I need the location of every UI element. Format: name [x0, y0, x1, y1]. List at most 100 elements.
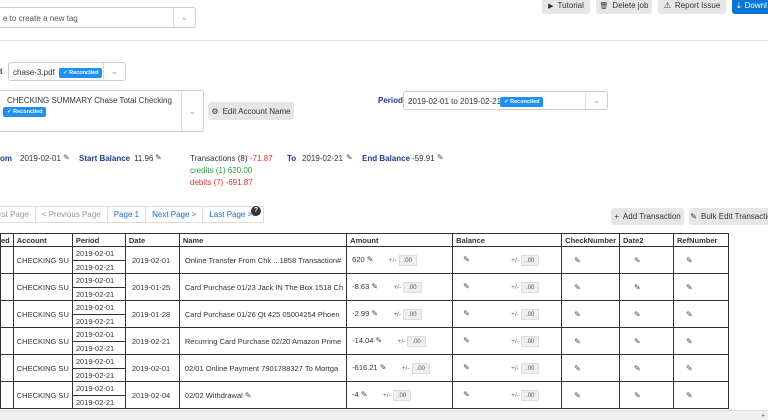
amount-cell[interactable]: -8.63 ✎ +/- .00 [346, 273, 454, 301]
edit-icon[interactable]: ✎ [463, 282, 471, 291]
check-number-cell[interactable]: ✎ [561, 354, 621, 382]
edit-icon[interactable]: ✎ [686, 310, 694, 319]
check-number-cell[interactable]: ✎ [561, 273, 621, 301]
tutorial-button[interactable]: ▶ Tutorial [542, 0, 590, 14]
table-row[interactable]: CHECKING SU 2019-02-01 2019-02-21 2019-02-0… [0, 381, 730, 409]
plus-minus-toggle[interactable]: +/- [511, 257, 519, 264]
ref-number-cell[interactable]: ✎ [673, 381, 730, 409]
delete-job-button[interactable]: 🗑 Delete job [596, 0, 652, 14]
date2-cell[interactable]: ✎ [619, 354, 675, 382]
edit-icon[interactable]: ✎ [634, 391, 642, 400]
edit-icon[interactable]: ✎ [371, 309, 379, 318]
checkbox-cell[interactable] [0, 300, 14, 328]
plus-minus-toggle[interactable]: +/- [383, 392, 391, 399]
edit-account-name-button[interactable]: ⚙ Edit Account Name [208, 102, 294, 120]
cents-field[interactable]: .00 [521, 281, 540, 293]
page-1-link[interactable]: Page 1 [106, 206, 147, 223]
plus-minus-toggle[interactable]: +/- [393, 284, 401, 291]
edit-icon[interactable]: ✎ [634, 283, 642, 292]
table-row[interactable]: CHECKING SU 2019-02-01 2019-02-21 2019-02-0… [0, 354, 730, 382]
chevron-down-icon[interactable]: ⌄ [181, 91, 203, 131]
chevron-down-icon[interactable]: ⌄ [103, 63, 125, 80]
edit-icon[interactable]: ✎ [574, 364, 582, 373]
checkbox-cell[interactable] [0, 246, 14, 274]
edit-icon[interactable]: ✎ [367, 255, 375, 264]
table-row[interactable]: CHECKING SU 2019-02-01 2019-02-21 2019-02-2… [0, 327, 730, 355]
cents-field[interactable]: .00 [521, 335, 540, 347]
cents-field[interactable]: .00 [403, 281, 422, 293]
cents-field[interactable]: .00 [411, 362, 430, 374]
name-cell[interactable]: 02/02 Withdrawal ✎ [178, 381, 348, 409]
edit-icon[interactable]: ✎ [574, 283, 582, 292]
chevron-down-icon[interactable]: ⌄ [173, 8, 195, 27]
cents-field[interactable]: .00 [521, 362, 540, 374]
first-page-link[interactable]: rst Page [0, 206, 36, 223]
date2-cell[interactable]: ✎ [619, 273, 675, 301]
previous-page-link[interactable]: < Previous Page [34, 206, 108, 223]
edit-icon[interactable]: ✎ [463, 390, 471, 399]
plus-minus-toggle[interactable]: +/- [393, 311, 401, 318]
name-cell[interactable]: Online Transfer From Chk ...1858 Transac… [178, 246, 348, 274]
plus-minus-toggle[interactable]: +/- [511, 338, 519, 345]
cents-field[interactable]: .00 [521, 389, 540, 401]
edit-icon[interactable]: ✎ [380, 363, 388, 372]
check-number-cell[interactable]: ✎ [561, 327, 621, 355]
edit-icon[interactable]: ✎ [634, 256, 642, 265]
edit-icon[interactable]: ✎ [634, 364, 642, 373]
edit-icon[interactable]: ✎ [245, 391, 253, 400]
cents-field[interactable]: .00 [403, 308, 422, 320]
plus-minus-toggle[interactable]: +/- [511, 311, 519, 318]
plus-minus-toggle[interactable]: +/- [402, 365, 410, 372]
checkbox-cell[interactable] [0, 354, 14, 382]
edit-icon[interactable]: ✎ [63, 154, 71, 162]
balance-cell[interactable]: ✎ +/- .00 [452, 300, 563, 328]
name-cell[interactable]: 02/01 Online Payment 7901788327 To Mortg… [178, 354, 348, 382]
name-cell[interactable]: Recurring Card Purchase 02/20 Amazon Pri… [178, 327, 348, 355]
bulk-edit-transactions-button[interactable]: ✎ Bulk Edit Transactio [689, 208, 768, 225]
report-issue-button[interactable]: ⚠ Report Issue [658, 0, 726, 14]
cents-field[interactable]: .00 [521, 254, 540, 266]
edit-icon[interactable]: ✎ [686, 283, 694, 292]
next-page-link[interactable]: Next Page > [145, 206, 204, 223]
edit-icon[interactable]: ✎ [574, 337, 582, 346]
ref-number-cell[interactable]: ✎ [673, 327, 730, 355]
edit-icon[interactable]: ✎ [463, 336, 471, 345]
cents-field[interactable]: .00 [407, 335, 426, 347]
checkbox-cell[interactable] [0, 273, 14, 301]
name-cell[interactable]: Card Purchase 01/23 Jack IN The Box 1518… [178, 273, 348, 301]
edit-icon[interactable]: ✎ [463, 363, 471, 372]
checkbox-cell[interactable] [0, 327, 14, 355]
plus-minus-toggle[interactable]: +/- [511, 284, 519, 291]
table-row[interactable]: CHECKING SU 2019-02-01 2019-02-21 2019-02-0… [0, 246, 730, 274]
date2-cell[interactable]: ✎ [619, 381, 675, 409]
edit-icon[interactable]: ✎ [634, 310, 642, 319]
date2-cell[interactable]: ✎ [619, 300, 675, 328]
cents-field[interactable]: .00 [392, 389, 412, 401]
balance-cell[interactable]: ✎ +/- .00 [452, 246, 563, 274]
ref-number-cell[interactable]: ✎ [673, 273, 730, 301]
amount-cell[interactable]: -14.04 ✎ +/- .00 [346, 327, 454, 355]
edit-icon[interactable]: ✎ [634, 337, 642, 346]
edit-icon[interactable]: ✎ [361, 390, 369, 399]
edit-icon[interactable]: ✎ [574, 256, 582, 265]
balance-cell[interactable]: ✎ +/- .00 [452, 381, 563, 409]
edit-icon[interactable]: ✎ [686, 364, 694, 373]
plus-minus-toggle[interactable]: +/- [511, 392, 519, 399]
edit-icon[interactable]: ✎ [376, 336, 384, 345]
download-button[interactable]: ⤓ Downl [732, 0, 768, 14]
name-cell[interactable]: Card Purchase 01/26 Qt 425 05004254 Phoe… [178, 300, 348, 328]
plus-minus-toggle[interactable]: +/- [398, 338, 406, 345]
add-transaction-button[interactable]: + Add Transaction [611, 208, 684, 225]
ref-number-cell[interactable]: ✎ [673, 300, 730, 328]
amount-cell[interactable]: -616.21 ✎ +/- .00 [346, 354, 454, 382]
check-number-cell[interactable]: ✎ [561, 246, 621, 274]
amount-cell[interactable]: 620 ✎ +/- .00 [346, 246, 454, 274]
scroll-right-icon[interactable]: ▸ [762, 412, 765, 419]
balance-cell[interactable]: ✎ +/- .00 [452, 354, 563, 382]
edit-icon[interactable]: ✎ [574, 391, 582, 400]
edit-icon[interactable]: ✎ [686, 391, 694, 400]
balance-cell[interactable]: ✎ +/- .00 [452, 327, 563, 355]
edit-icon[interactable]: ✎ [463, 255, 471, 264]
period-select[interactable]: 2019-02-01 to 2019-02-21 ✓ Reconciled ⌄ [403, 91, 608, 110]
edit-icon[interactable]: ✎ [463, 309, 471, 318]
